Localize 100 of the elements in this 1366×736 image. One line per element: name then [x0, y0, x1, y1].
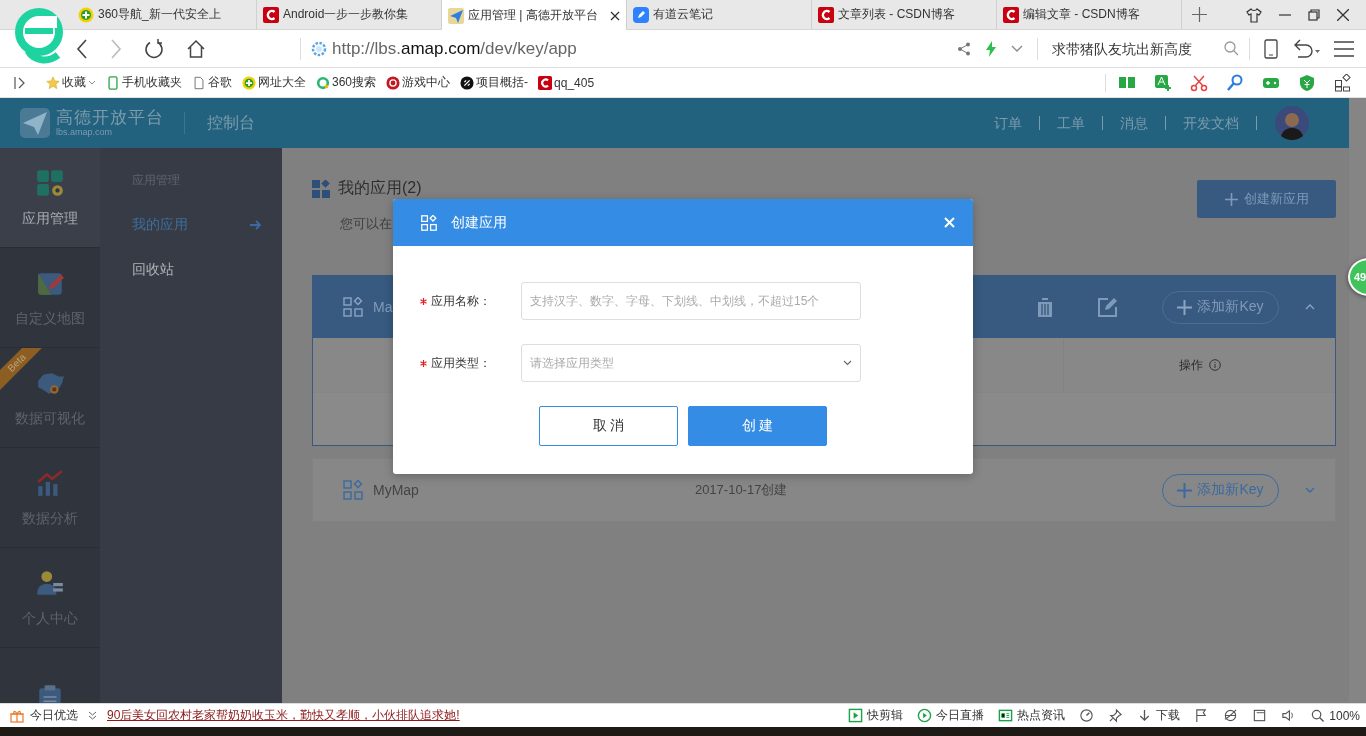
close-icon[interactable]	[1337, 8, 1349, 21]
browser-tab[interactable]: 文章列表 - CSDN博客	[812, 0, 997, 29]
search-icon[interactable]	[1224, 41, 1239, 56]
star-icon	[46, 75, 60, 90]
c-logo-icon	[538, 75, 553, 90]
home-icon[interactable]	[186, 38, 206, 59]
restore-icon[interactable]	[1308, 8, 1320, 21]
edit-icon[interactable]	[1098, 297, 1118, 317]
browser-tab[interactable]: 编辑文章 - CSDN博客	[997, 0, 1182, 29]
circle-logo-icon	[460, 75, 475, 90]
cancel-button[interactable]: 取 消	[539, 406, 678, 446]
status-button[interactable]: 今日直播	[917, 707, 985, 724]
key-icon[interactable]	[1226, 73, 1244, 92]
created-date: 2017-10-17创建	[694, 481, 788, 499]
gear-icon	[311, 40, 327, 57]
chevron-down-icon[interactable]	[1011, 44, 1023, 53]
bookmark[interactable]: 谷歌	[192, 74, 232, 91]
reload-icon[interactable]	[144, 38, 164, 59]
apps-outline-icon	[421, 214, 437, 231]
bookmark[interactable]: 收藏	[46, 74, 96, 91]
magnifier-icon	[1310, 708, 1326, 723]
caret-icon	[88, 79, 96, 86]
news-link[interactable]: 90后美女回农村老家帮奶奶收玉米，勤快又孝顺，小伙排队追求她!	[107, 707, 460, 724]
apps-icon[interactable]	[1334, 73, 1352, 92]
scissors-icon[interactable]	[1190, 73, 1208, 92]
apps-gear-icon	[35, 167, 65, 198]
c-logo-icon	[263, 6, 279, 23]
tablet-icon[interactable]	[1264, 38, 1278, 59]
game-logo-icon	[386, 75, 401, 90]
status-button[interactable]: 热点资讯	[998, 707, 1066, 724]
chevron-down-icon	[843, 360, 852, 366]
back-icon[interactable]	[76, 38, 88, 59]
window-icon[interactable]	[1252, 708, 1268, 723]
share-icon[interactable]	[957, 41, 971, 56]
undo-icon[interactable]	[1292, 38, 1320, 59]
apps-outline-icon	[343, 297, 363, 317]
gift-icon	[10, 708, 24, 723]
bookmark[interactable]: 游戏中心	[386, 74, 451, 91]
field-label: 应用名称：	[431, 292, 491, 310]
brand-url: lbs.amap.com	[56, 127, 114, 137]
phone-icon	[106, 75, 120, 90]
daily-picks-button[interactable]: 今日优选	[10, 707, 78, 724]
double-chevron-icon[interactable]	[88, 711, 97, 720]
bookmark[interactable]: qq_405	[538, 75, 595, 90]
shield-icon[interactable]	[1298, 73, 1316, 92]
field-label: 应用类型：	[431, 354, 491, 372]
submenu-item[interactable]: 回收站	[132, 260, 282, 280]
menu-icon[interactable]	[1334, 40, 1354, 57]
paper-plane-logo-icon	[20, 108, 50, 138]
app-name: MyMap	[373, 482, 419, 498]
browser-tab[interactable]: Android一步一步教你集	[257, 0, 442, 29]
plus-icon	[1177, 299, 1193, 315]
browser-tab[interactable]: 有道云笔记	[627, 0, 812, 29]
chevron-up-icon[interactable]	[1305, 304, 1315, 310]
console-title: 控制台	[184, 112, 255, 134]
status-button[interactable]: 100%	[1310, 708, 1360, 723]
dialog-title: 创建应用	[451, 213, 508, 232]
close-icon[interactable]	[610, 10, 620, 21]
name-field[interactable]: 支持汉字、数字、字母、下划线、中划线，不超过15个	[521, 282, 861, 320]
plus-icon	[1224, 192, 1238, 206]
lightning-icon[interactable]	[985, 40, 997, 57]
document-icon	[192, 75, 206, 90]
paper-plane-icon	[448, 7, 464, 24]
sidebar-item[interactable]: 应用管理	[0, 148, 100, 248]
bookmark[interactable]: 360搜索	[316, 74, 377, 91]
ring-icon	[316, 75, 330, 90]
new-tab-icon[interactable]	[1192, 7, 1207, 22]
info-icon	[1208, 359, 1221, 371]
note-icon	[633, 6, 649, 23]
shirt-icon[interactable]	[1246, 6, 1262, 23]
circle-plus-icon	[78, 6, 94, 23]
app-name: Ma	[373, 299, 393, 315]
sidebar-toggle-icon[interactable]	[14, 76, 26, 89]
search-field[interactable]: 求带猪队友坑出新高度	[1037, 37, 1250, 60]
bookmark[interactable]: 网址大全	[242, 74, 306, 91]
play-square-icon	[848, 708, 864, 723]
page-description: 您可以在	[340, 215, 393, 233]
brand-name: 高德开放平台	[56, 109, 164, 127]
address-field[interactable]: http://lbs.amap.com/dev/key/app	[300, 37, 957, 60]
page-title: 我的应用(2)	[338, 178, 422, 198]
apps-icon	[312, 179, 330, 198]
news-icon	[998, 708, 1014, 723]
avatar-icon[interactable]	[1275, 106, 1309, 140]
gauge-icon[interactable]	[1079, 708, 1095, 723]
apps-outline-icon	[343, 480, 363, 500]
plus-icon	[1177, 482, 1193, 498]
play-circle-icon	[917, 708, 933, 723]
column-title: 操作	[1178, 356, 1203, 374]
arrow-right-icon	[250, 219, 262, 231]
c-logo-icon	[818, 6, 834, 23]
pin-icon[interactable]	[1108, 708, 1124, 723]
browser-tab[interactable]: 应用管理 | 高德开放平台	[442, 0, 627, 31]
status-button[interactable]: 下载	[1137, 707, 1181, 724]
browser-tab[interactable]: 360导航_新一代安全上	[72, 0, 257, 29]
trash-icon[interactable]	[1036, 297, 1054, 317]
bookmark[interactable]: 项目概括-	[460, 74, 529, 91]
status-button[interactable]: 快剪辑	[848, 707, 904, 724]
translate-icon[interactable]	[1154, 73, 1172, 92]
bookmark[interactable]: 手机收藏夹	[106, 74, 182, 91]
c-logo-icon	[1003, 6, 1019, 23]
